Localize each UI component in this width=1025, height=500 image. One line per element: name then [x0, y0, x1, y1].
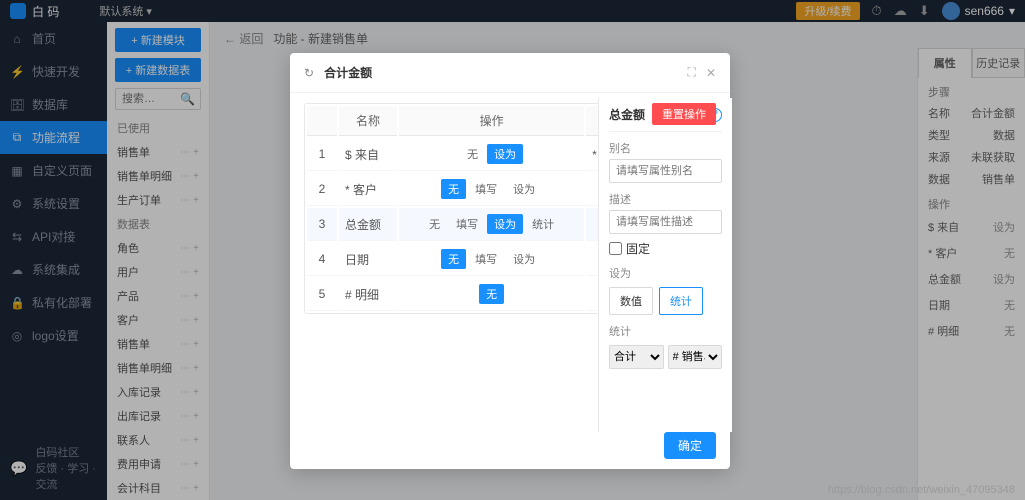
op-pill[interactable]: 统计: [525, 214, 561, 234]
opt-stat[interactable]: 统计: [659, 287, 703, 315]
stat-agg-select[interactable]: 合计: [609, 345, 664, 369]
op-pill[interactable]: 设为: [487, 144, 523, 164]
fixed-label: 固定: [626, 240, 650, 257]
op-pill[interactable]: 无: [422, 214, 447, 234]
row-ops: 无填写设为: [399, 173, 584, 206]
stat-field-select[interactable]: # 销售单明细 / 小…: [668, 345, 723, 369]
watermark: https://blog.csdn.net/weixin_47095348: [828, 484, 1015, 496]
row-ops: 无填写设为: [399, 243, 584, 276]
op-pill[interactable]: 设为: [506, 179, 542, 199]
expand-icon[interactable]: ⛶: [688, 65, 696, 80]
col-name: 名称: [339, 106, 397, 136]
alias-label: 别名: [609, 140, 722, 156]
property-title: 总金额: [609, 106, 645, 123]
col-op: 操作: [399, 106, 584, 136]
desc-label: 描述: [609, 191, 722, 207]
row-ops: 无填写设为统计: [399, 208, 584, 241]
row-name: # 明细: [339, 278, 397, 311]
row-ops: 无: [399, 278, 584, 311]
row-num: 3: [307, 208, 337, 241]
op-pill[interactable]: 设为: [487, 214, 523, 234]
step-property-panel: 总金额 ? 别名 描述 固定 设为 数值 统计 统计 合计 # 销售单明细 / …: [598, 98, 732, 432]
opt-number[interactable]: 数值: [609, 287, 653, 315]
row-num: 4: [307, 243, 337, 276]
setas-label: 设为: [609, 265, 722, 281]
op-pill[interactable]: 无: [441, 249, 466, 269]
op-pill[interactable]: 填写: [468, 179, 504, 199]
stat-label: 统计: [609, 323, 722, 339]
ok-button[interactable]: 确定: [664, 432, 716, 459]
fixed-checkbox[interactable]: [609, 242, 622, 255]
close-icon[interactable]: ✕: [706, 66, 716, 80]
row-name: 日期: [339, 243, 397, 276]
row-num: 1: [307, 138, 337, 171]
op-pill[interactable]: 无: [441, 179, 466, 199]
alias-input[interactable]: [609, 159, 722, 183]
op-pill[interactable]: 无: [479, 284, 504, 304]
row-ops: 无设为: [399, 138, 584, 171]
reload-icon[interactable]: ↻: [304, 66, 314, 80]
op-pill[interactable]: 设为: [506, 249, 542, 269]
op-pill[interactable]: 填写: [449, 214, 485, 234]
row-name: * 客户: [339, 173, 397, 206]
op-pill[interactable]: 无: [460, 144, 485, 164]
row-num: 5: [307, 278, 337, 311]
modal-title: 合计金额: [324, 64, 677, 81]
op-pill[interactable]: 填写: [468, 249, 504, 269]
reset-button[interactable]: 重置操作: [652, 103, 716, 125]
desc-input[interactable]: [609, 210, 722, 234]
row-num: 2: [307, 173, 337, 206]
row-name: $ 来自: [339, 138, 397, 171]
row-name: 总金额: [339, 208, 397, 241]
